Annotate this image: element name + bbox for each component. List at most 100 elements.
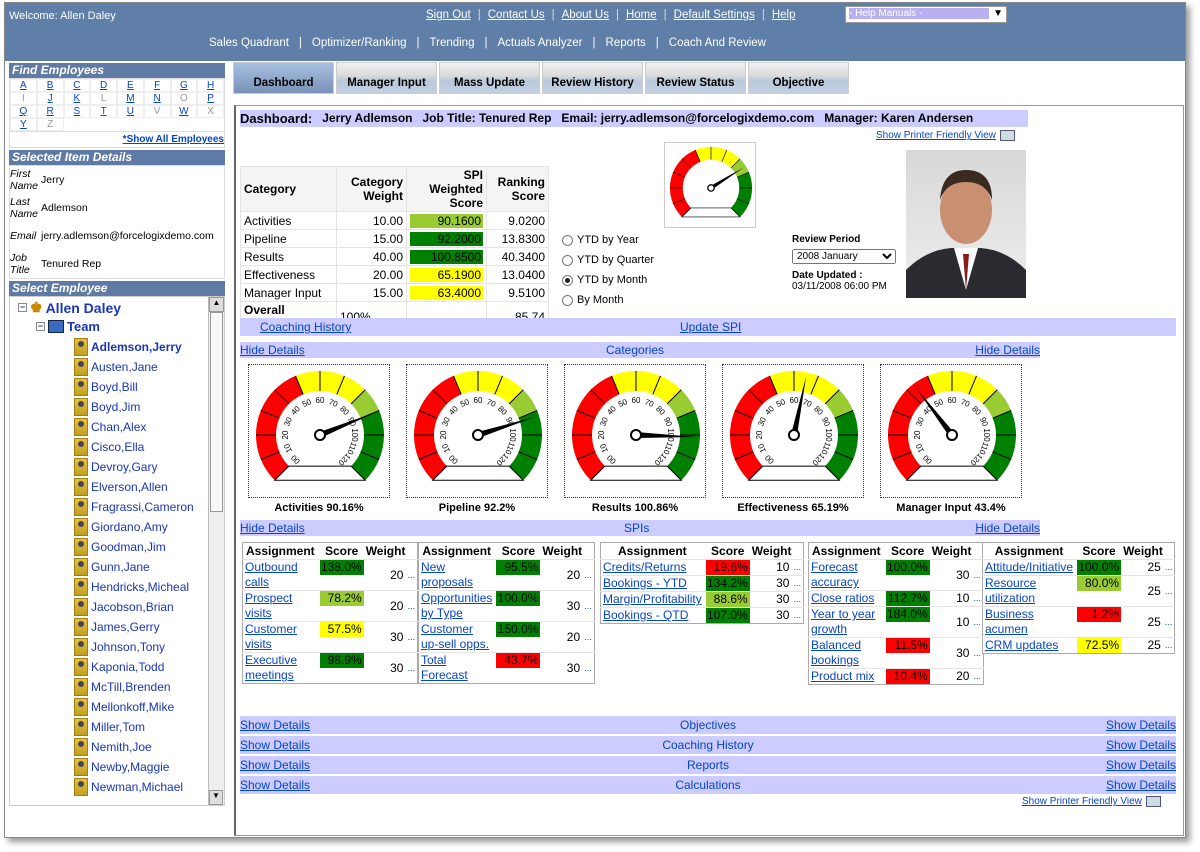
assignment-link[interactable]: Executive meetings (242, 652, 318, 684)
nav-trending[interactable]: Trending (420, 37, 485, 49)
employee-item[interactable]: Kaponia,Todd (74, 657, 194, 677)
employee-item[interactable]: Gunn,Jane (74, 557, 194, 577)
more-link[interactable]: ... (582, 559, 595, 591)
employee-item[interactable]: Fragrassi,Cameron (74, 497, 194, 517)
radio-button[interactable] (562, 294, 573, 306)
letter-Y[interactable]: Y (10, 118, 37, 131)
more-link[interactable]: ... (582, 652, 595, 684)
radio-button[interactable] (562, 234, 573, 246)
assignment-link[interactable]: Close ratios (808, 590, 884, 607)
show-all-employees-link[interactable]: *Show All Employees (9, 132, 225, 148)
assignment-link[interactable]: Customer visits (242, 621, 318, 653)
assignment-link[interactable]: Outbound calls (242, 559, 318, 591)
assignment-link[interactable]: Prospect visits (242, 590, 318, 622)
more-link[interactable]: ... (1162, 559, 1175, 576)
assignment-link[interactable]: Credits/Returns (600, 559, 704, 576)
tab-mass-update[interactable]: Mass Update (439, 62, 540, 94)
employee-item[interactable]: Boyd,Jim (74, 397, 194, 417)
more-link[interactable]: ... (1162, 637, 1175, 654)
tab-review-history[interactable]: Review History (542, 62, 643, 94)
more-link[interactable]: ... (405, 621, 418, 653)
employee-item[interactable]: Chan,Alex (74, 417, 194, 437)
assignment-link[interactable]: Bookings - QTD (600, 607, 704, 624)
more-link[interactable]: ... (791, 591, 804, 608)
hide-details-link[interactable]: Hide Details (240, 521, 305, 535)
letter-J[interactable]: J (36, 92, 64, 105)
show-details-link[interactable]: Show Details (1106, 738, 1176, 752)
hide-details-link[interactable]: Hide Details (975, 343, 1040, 357)
letter-D[interactable]: D (90, 79, 117, 92)
radio-option[interactable]: YTD by Month (562, 270, 654, 290)
hide-details-link[interactable]: Hide Details (975, 521, 1040, 535)
employee-item[interactable]: Jacobson,Brian (74, 597, 194, 617)
assignment-link[interactable]: Business acumen (982, 606, 1076, 638)
scrollbar[interactable]: ▲ ▼ (208, 297, 224, 805)
more-link[interactable]: ... (791, 575, 804, 592)
employee-item[interactable]: Devroy,Gary (74, 457, 194, 477)
assignment-link[interactable]: Forecast accuracy (808, 559, 884, 591)
radio-button[interactable] (562, 274, 573, 286)
show-details-link[interactable]: Show Details (1106, 778, 1176, 792)
more-link[interactable]: ... (791, 559, 804, 576)
top-link-home[interactable]: Home (619, 9, 664, 21)
more-link[interactable]: ... (405, 590, 418, 622)
nav-coach-and-review[interactable]: Coach And Review (659, 37, 776, 49)
assignment-link[interactable]: Total Forecast (418, 652, 495, 684)
assignment-link[interactable]: Balanced bookings (808, 637, 884, 669)
scroll-down-icon[interactable]: ▼ (209, 790, 223, 805)
employee-item[interactable]: Boyd,Bill (74, 377, 194, 397)
more-link[interactable]: ... (971, 668, 984, 685)
tree-team[interactable]: − Team (36, 319, 100, 334)
hide-details-link[interactable]: Hide Details (240, 343, 305, 357)
assignment-link[interactable]: CRM updates (982, 637, 1076, 654)
show-details-link[interactable]: Show Details (1106, 758, 1176, 772)
employee-item[interactable]: Mellonkoff,Mike (74, 697, 194, 717)
letter-B[interactable]: B (36, 79, 64, 92)
more-link[interactable]: ... (1162, 575, 1175, 607)
nav-optimizer-ranking[interactable]: Optimizer/Ranking (302, 37, 417, 49)
employee-item[interactable]: Hendricks,Micheal (74, 577, 194, 597)
update-spi-link[interactable]: Update SPI (680, 320, 741, 334)
assignment-link[interactable]: Customer up-sell opps. (418, 621, 495, 653)
nav-sales-quadrant[interactable]: Sales Quadrant (199, 37, 299, 49)
letter-S[interactable]: S (63, 105, 91, 118)
top-link-sign-out[interactable]: Sign Out (419, 9, 478, 21)
letter-N[interactable]: N (143, 92, 171, 105)
letter-G[interactable]: G (170, 79, 198, 92)
employee-item[interactable]: Newman,Michael (74, 777, 194, 797)
tree-root[interactable]: − ♚ Allen Daley (18, 299, 121, 316)
employee-item[interactable]: Giordano,Amy (74, 517, 194, 537)
more-link[interactable]: ... (582, 621, 595, 653)
letter-F[interactable]: F (143, 79, 171, 92)
printer-friendly-link-bottom[interactable]: Show Printer Friendly View (1022, 796, 1161, 807)
assignment-link[interactable]: New proposals (418, 559, 495, 591)
employee-item[interactable]: Cisco,Ella (74, 437, 194, 457)
assignment-link[interactable]: Resource utilization (982, 575, 1076, 607)
assignment-link[interactable]: Product mix (808, 668, 884, 685)
employee-item[interactable]: Johnson,Tony (74, 637, 194, 657)
more-link[interactable]: ... (582, 590, 595, 622)
assignment-link[interactable]: Attitude/Initiative (982, 559, 1076, 576)
coaching-history-link[interactable]: Coaching History (260, 320, 351, 334)
tab-manager-input[interactable]: Manager Input (336, 62, 437, 94)
more-link[interactable]: ... (405, 652, 418, 684)
nav-reports[interactable]: Reports (596, 37, 656, 49)
help-link[interactable]: Help (765, 9, 803, 21)
employee-item[interactable]: Elverson,Allen (74, 477, 194, 497)
printer-friendly-link-top[interactable]: Show Printer Friendly View (876, 130, 1015, 141)
employee-item[interactable]: Austen,Jane (74, 357, 194, 377)
assignment-link[interactable]: Margin/Profitability (600, 591, 704, 608)
assignment-link[interactable]: Opportunities by Type (418, 590, 495, 622)
review-period-select[interactable]: 2008 January (792, 249, 896, 264)
top-link-default-settings[interactable]: Default Settings (667, 9, 762, 21)
scroll-thumb[interactable] (210, 312, 223, 512)
radio-button[interactable] (562, 254, 573, 266)
letter-P[interactable]: P (197, 92, 224, 105)
tab-dashboard[interactable]: Dashboard (233, 62, 334, 94)
employee-item[interactable]: Nemith,Joe (74, 737, 194, 757)
top-link-contact-us[interactable]: Contact Us (481, 9, 552, 21)
letter-C[interactable]: C (63, 79, 91, 92)
letter-M[interactable]: M (117, 92, 144, 105)
help-manuals-select[interactable]: - Help Manuals - ▼ (845, 6, 1007, 23)
letter-H[interactable]: H (197, 79, 224, 92)
